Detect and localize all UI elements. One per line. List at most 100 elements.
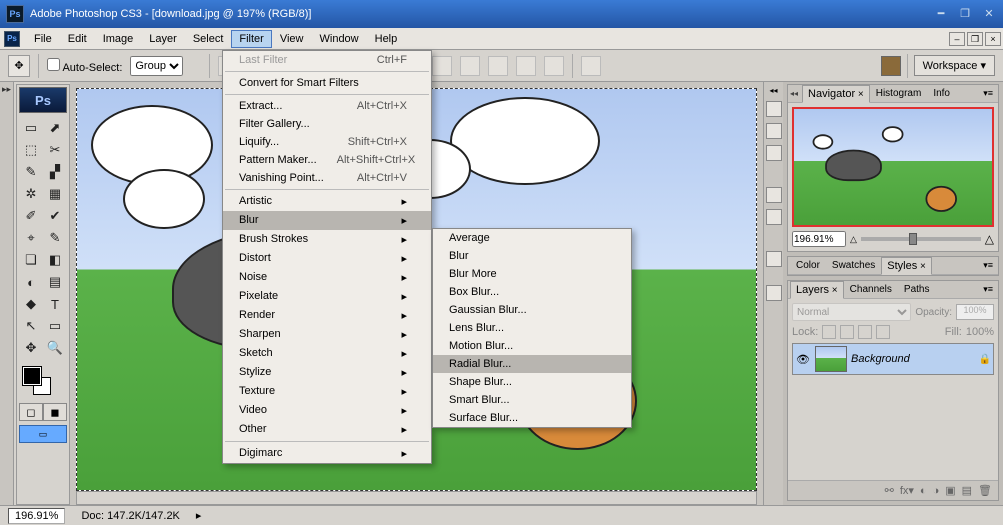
menu-item-video[interactable]: Video▸ [223,401,431,420]
tool-button[interactable]: ▤ [43,271,67,293]
menu-item-pattern-maker-[interactable]: Pattern Maker...Alt+Shift+Ctrl+X [223,151,431,169]
tool-button[interactable]: T [43,293,67,315]
tool-button[interactable]: ◐ [19,271,43,293]
workspace-button[interactable]: Workspace ▾ [914,55,995,76]
lock-position-icon[interactable] [858,325,872,339]
visibility-eye-icon[interactable]: 👁 [795,351,811,367]
tool-button[interactable]: ◧ [43,249,67,271]
tool-button[interactable]: ✐ [19,205,43,227]
close-icon[interactable]: ✕ [981,6,997,22]
screenmode-icon[interactable]: ▭ [19,425,67,443]
layer-name[interactable]: Background [851,353,975,365]
menu-item-pixelate[interactable]: Pixelate▸ [223,287,431,306]
menu-item-blur-more[interactable]: Blur More [433,265,631,283]
tab-info[interactable]: Info [927,85,956,102]
menu-item-other[interactable]: Other▸ [223,420,431,439]
link-icon[interactable]: ⚯ [885,484,894,497]
collapse-arrow-icon[interactable]: ◂◂ [769,86,777,95]
menu-item-smart-blur-[interactable]: Smart Blur... [433,391,631,409]
tool-button[interactable]: ✂ [43,139,67,161]
navigator-thumbnail[interactable] [792,107,994,227]
menu-item-sharpen[interactable]: Sharpen▸ [223,325,431,344]
quickmask-mode-icon[interactable]: ◼ [43,403,67,421]
tool-button[interactable]: ❏ [19,249,43,271]
menu-select[interactable]: Select [185,30,232,48]
color-swatch[interactable] [19,365,67,399]
tool-button[interactable]: ⬚ [19,139,43,161]
zoom-out-icon[interactable]: △ [850,234,857,245]
tool-button[interactable]: ✎ [19,161,43,183]
distribute-icon[interactable] [460,56,480,76]
doc-minimize-button[interactable]: – [949,32,965,46]
menu-item-sketch[interactable]: Sketch▸ [223,344,431,363]
distribute-icon[interactable] [516,56,536,76]
nav-zoom-slider[interactable] [861,237,981,241]
menu-item-surface-blur-[interactable]: Surface Blur... [433,409,631,427]
dock-icon[interactable] [766,123,782,139]
menu-item-average[interactable]: Average [433,229,631,247]
menu-item-digimarc[interactable]: Digimarc▸ [223,444,431,463]
dock-icon[interactable] [766,251,782,267]
menu-item-radial-blur-[interactable]: Radial Blur... [433,355,631,373]
distribute-icon[interactable] [581,56,601,76]
tool-button[interactable]: ⬈ [43,117,67,139]
minimize-icon[interactable]: ━ [933,6,949,22]
dock-icon[interactable] [766,145,782,161]
menu-image[interactable]: Image [95,30,142,48]
menu-item-liquify-[interactable]: Liquify...Shift+Ctrl+X [223,133,431,151]
tool-button[interactable]: ✎ [43,227,67,249]
menu-layer[interactable]: Layer [141,30,185,48]
distribute-icon[interactable] [544,56,564,76]
fx-icon[interactable]: fx▾ [900,484,914,497]
auto-select-target-select[interactable]: Group [130,56,183,76]
menu-item-extract-[interactable]: Extract...Alt+Ctrl+X [223,97,431,115]
tool-button[interactable]: ⌖ [19,227,43,249]
menu-item-artistic[interactable]: Artistic▸ [223,192,431,211]
adjustment-icon[interactable]: ◑ [933,485,940,497]
panel-menu-icon[interactable]: ▾≡ [980,284,996,295]
app-small-icon[interactable]: Ps [4,31,20,47]
menu-file[interactable]: File [26,30,60,48]
distribute-icon[interactable] [488,56,508,76]
tab-navigator[interactable]: Navigator × [802,85,870,103]
tool-button[interactable]: ✥ [19,337,43,359]
panel-menu-icon[interactable]: ▾≡ [980,260,996,271]
tool-button[interactable]: ✔ [43,205,67,227]
lock-all-icon[interactable] [876,325,890,339]
dock-icon[interactable] [766,209,782,225]
menu-window[interactable]: Window [312,30,367,48]
tool-button[interactable]: ✲ [19,183,43,205]
mask-icon[interactable]: ◐ [920,485,927,497]
tab-styles[interactable]: Styles × [881,257,932,275]
menu-item-blur[interactable]: Blur▸ [223,211,431,230]
layer-row[interactable]: 👁 Background 🔒 [792,343,994,375]
menu-item-brush-strokes[interactable]: Brush Strokes▸ [223,230,431,249]
menu-item-convert-for-smart-filters[interactable]: Convert for Smart Filters [223,74,431,92]
dock-icon[interactable] [766,101,782,117]
foreground-swatch[interactable] [23,367,41,385]
dock-icon[interactable] [766,285,782,301]
menu-item-blur[interactable]: Blur [433,247,631,265]
menu-edit[interactable]: Edit [60,30,95,48]
tab-color[interactable]: Color [790,257,826,274]
collapse-arrow-icon[interactable]: ▸▸ [2,84,11,95]
menu-item-distort[interactable]: Distort▸ [223,249,431,268]
zoom-in-icon[interactable]: △ [985,232,994,246]
menu-item-noise[interactable]: Noise▸ [223,268,431,287]
tool-button[interactable]: ▭ [43,315,67,337]
dock-icon[interactable] [766,187,782,203]
doc-close-button[interactable]: × [985,32,1001,46]
tab-histogram[interactable]: Histogram [870,85,928,102]
tool-button[interactable]: ▞ [43,161,67,183]
doc-restore-button[interactable]: ❐ [967,32,983,46]
menu-item-filter-gallery-[interactable]: Filter Gallery... [223,115,431,133]
status-zoom[interactable]: 196.91% [8,508,65,524]
menu-filter[interactable]: Filter [231,30,271,48]
restore-icon[interactable]: ❐ [957,6,973,22]
nav-zoom-input[interactable] [792,231,846,247]
tool-button[interactable]: ↖ [19,315,43,337]
trash-icon[interactable]: 🗑 [978,484,992,497]
tool-button[interactable]: ◆ [19,293,43,315]
standard-mode-icon[interactable]: ◻ [19,403,43,421]
menu-help[interactable]: Help [367,30,406,48]
